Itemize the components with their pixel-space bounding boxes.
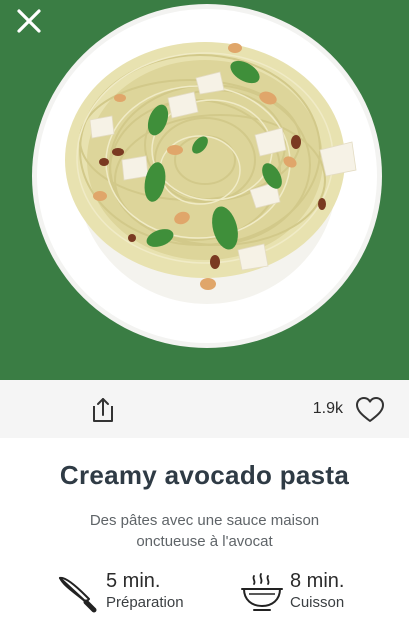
prep-time: 5 min. Préparation (56, 570, 216, 620)
likes-count: 1.9k (312, 400, 343, 417)
share-icon[interactable] (88, 395, 118, 425)
prep-time-label: Préparation (106, 594, 184, 611)
recipe-details: Creamy avocado pasta Des pâtes avec une … (0, 438, 409, 640)
cook-time-label: Cuisson (290, 594, 345, 611)
steaming-bowl-icon (241, 573, 283, 611)
knife-icon (58, 576, 97, 613)
cook-time-value: 8 min. (290, 570, 345, 592)
cook-time: 8 min. Cuisson (240, 570, 400, 620)
recipe-screen: 1.9k Creamy avocado pasta Des pâtes avec… (0, 0, 409, 640)
close-button[interactable] (12, 4, 46, 38)
pasta-dish-image (0, 0, 409, 380)
heart-icon[interactable] (355, 396, 385, 424)
recipe-hero (0, 0, 409, 380)
prep-time-value: 5 min. (106, 570, 161, 592)
recipe-description: Des pâtes avec une sauce maison onctueus… (89, 512, 320, 550)
action-bar: 1.9k (0, 380, 409, 438)
close-icon (17, 9, 41, 33)
recipe-title: Creamy avocado pasta (59, 460, 350, 490)
